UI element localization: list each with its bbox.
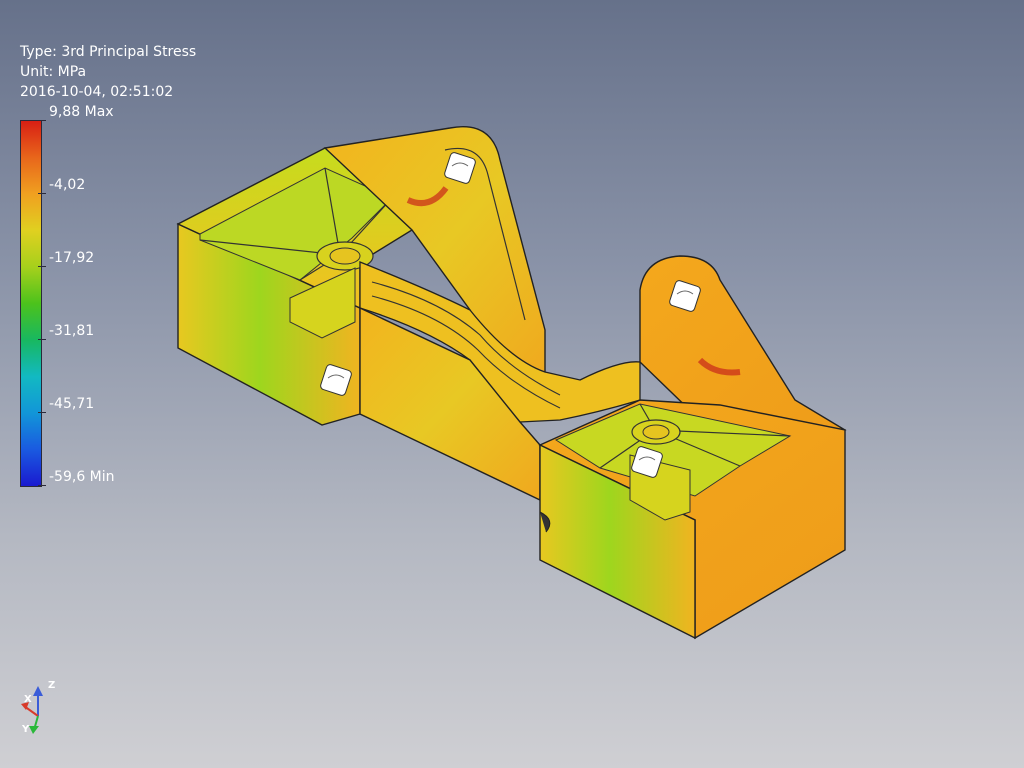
triad-x-label: X	[24, 694, 32, 705]
coordinate-triad[interactable]: X Y Z	[14, 676, 70, 740]
right-block	[538, 399, 846, 640]
triad-y-label: Y	[22, 724, 30, 735]
stress-model[interactable]	[0, 0, 1024, 768]
graphics-viewport[interactable]: Type: 3rd Principal Stress Unit: MPa 201…	[0, 0, 1024, 768]
triad-z-label: Z	[48, 680, 56, 691]
